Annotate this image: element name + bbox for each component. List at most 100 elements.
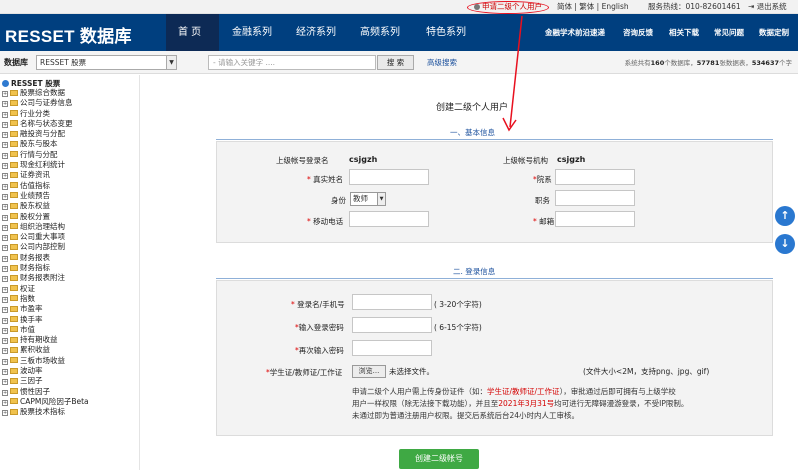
expand-icon[interactable]: + xyxy=(2,399,8,406)
tree-item[interactable]: + 组织治理结构 xyxy=(2,222,89,232)
nav-finance[interactable]: 金融系列 xyxy=(232,14,272,51)
expand-icon[interactable]: + xyxy=(2,338,8,345)
expand-icon[interactable]: + xyxy=(2,317,8,324)
tree-item[interactable]: + 波动率 xyxy=(2,366,89,376)
tree-item[interactable]: + 市值 xyxy=(2,325,89,335)
tree-item[interactable]: + 估值指标 xyxy=(2,181,89,191)
advanced-search-link[interactable]: 高级搜索 xyxy=(427,57,457,68)
search-button[interactable]: 搜 索 xyxy=(377,55,414,70)
tree-item[interactable]: + 指数 xyxy=(2,294,89,304)
nav-feedback[interactable]: 咨询反馈 xyxy=(623,14,653,51)
expand-icon[interactable]: + xyxy=(2,183,8,190)
expand-icon[interactable]: + xyxy=(2,204,8,211)
expand-icon[interactable]: + xyxy=(2,286,8,293)
apply-secondary-user-link[interactable]: 申请二级个人用户 xyxy=(474,0,542,14)
expand-icon[interactable]: + xyxy=(2,358,8,365)
department-input[interactable] xyxy=(555,169,635,185)
nav-faq[interactable]: 常见问题 xyxy=(714,14,744,51)
expand-icon[interactable]: + xyxy=(2,132,8,139)
identity-select[interactable]: 教师 ▼ xyxy=(350,192,386,206)
tree-item[interactable]: + 财务报表 xyxy=(2,253,89,263)
nav-economy[interactable]: 经济系列 xyxy=(296,14,336,51)
section-divider xyxy=(216,278,773,279)
tree-item[interactable]: + 公司重大事项 xyxy=(2,232,89,242)
expand-icon[interactable]: + xyxy=(2,142,8,149)
tree-item[interactable]: + 公司与证券信息 xyxy=(2,98,89,108)
expand-icon[interactable]: + xyxy=(2,389,8,396)
tree-item-label: CAPM风险因子Beta xyxy=(20,396,89,406)
tree-item[interactable]: + 三因子 xyxy=(2,376,89,386)
expand-icon[interactable]: + xyxy=(2,327,8,334)
real-name-input[interactable] xyxy=(349,169,429,185)
phone-input[interactable] xyxy=(349,211,429,227)
expand-icon[interactable]: + xyxy=(2,266,8,273)
password-label: *输入登录密码 xyxy=(295,323,344,332)
logout-link[interactable]: ⇥ 退出系统 xyxy=(748,0,787,14)
expand-icon[interactable]: + xyxy=(2,255,8,262)
tree-item[interactable]: + 股东与股本 xyxy=(2,139,89,149)
tree-item[interactable]: + 股东权益 xyxy=(2,201,89,211)
create-account-button[interactable]: 创建二级帐号 xyxy=(399,449,479,469)
tree-item[interactable]: + 三板市场收益 xyxy=(2,356,89,366)
expand-icon[interactable]: + xyxy=(2,296,8,303)
tree-item-label: 三因子 xyxy=(20,376,43,386)
expand-icon[interactable]: + xyxy=(2,152,8,159)
email-input[interactable] xyxy=(555,211,635,227)
expand-icon[interactable]: + xyxy=(2,379,8,386)
tree-item[interactable]: + 行业分类 xyxy=(2,109,89,119)
expand-icon[interactable]: + xyxy=(2,214,8,221)
tree-item[interactable]: + 融投资与分配 xyxy=(2,129,89,139)
expand-icon[interactable]: + xyxy=(2,245,8,252)
nav-academic-frontier[interactable]: 金融学术前沿速递 xyxy=(545,14,605,51)
scroll-top-button[interactable]: ↑ xyxy=(775,206,795,226)
tree-item[interactable]: + 财务报表附注 xyxy=(2,273,89,283)
tree-item[interactable]: + 惯性因子 xyxy=(2,387,89,397)
expand-icon[interactable]: + xyxy=(2,121,8,128)
tree-item[interactable]: + 名称与状态变更 xyxy=(2,119,89,129)
expand-icon[interactable]: + xyxy=(2,235,8,242)
tree-item[interactable]: + CAPM风险因子Beta xyxy=(2,397,89,407)
tree-item[interactable]: + 股票技术指标 xyxy=(2,407,89,417)
tree-item[interactable]: + 财务指标 xyxy=(2,263,89,273)
expand-icon[interactable]: + xyxy=(2,91,8,97)
password-input[interactable] xyxy=(352,317,432,333)
nav-downloads[interactable]: 相关下载 xyxy=(669,14,699,51)
tree-item[interactable]: + 累积收益 xyxy=(2,345,89,355)
expand-icon[interactable]: + xyxy=(2,173,8,180)
nav-high-frequency[interactable]: 高频系列 xyxy=(360,14,400,51)
nav-custom-data[interactable]: 数据定制 xyxy=(759,14,789,51)
confirm-password-input[interactable] xyxy=(352,340,432,356)
expand-icon[interactable]: + xyxy=(2,101,8,108)
expand-icon[interactable]: + xyxy=(2,348,8,355)
tree-item[interactable]: + 持有期收益 xyxy=(2,335,89,345)
tree-item[interactable]: + 权证 xyxy=(2,284,89,294)
nav-home[interactable]: 首 页 xyxy=(178,14,201,51)
expand-icon[interactable]: + xyxy=(2,163,8,170)
expand-icon[interactable]: + xyxy=(2,410,8,417)
browse-file-button[interactable]: 浏览... xyxy=(352,365,386,378)
tree-item[interactable]: + 股票综合数据 xyxy=(2,88,89,98)
site-logo[interactable]: RESSET 数据库 xyxy=(5,22,132,47)
database-select[interactable]: RESSET 股票 ▼ xyxy=(36,55,177,70)
nav-featured[interactable]: 特色系列 xyxy=(426,14,466,51)
login-name-input[interactable] xyxy=(352,294,432,310)
tree-item[interactable]: + 公司内部控制 xyxy=(2,242,89,252)
page-title: 创建二级个人用户 xyxy=(436,103,509,113)
tree-item[interactable]: + 业绩预告 xyxy=(2,191,89,201)
language-switch[interactable]: 简体 | 繁体 | English xyxy=(557,0,629,14)
tree-item[interactable]: + 现金红利统计 xyxy=(2,160,89,170)
expand-icon[interactable]: + xyxy=(2,111,8,118)
expand-icon[interactable]: + xyxy=(2,307,8,314)
tree-item[interactable]: + 股权分置 xyxy=(2,212,89,222)
position-input[interactable] xyxy=(555,190,635,206)
expand-icon[interactable]: + xyxy=(2,193,8,200)
tree-item[interactable]: + 市盈率 xyxy=(2,304,89,314)
expand-icon[interactable]: + xyxy=(2,369,8,376)
tree-item[interactable]: + 证券资讯 xyxy=(2,170,89,180)
tree-item[interactable]: + 换手率 xyxy=(2,315,89,325)
expand-icon[interactable]: + xyxy=(2,276,8,283)
expand-icon[interactable]: + xyxy=(2,224,8,231)
search-input[interactable]: - 请输入关键字 .... xyxy=(208,55,376,70)
tree-item[interactable]: + 行情与分配 xyxy=(2,150,89,160)
scroll-bottom-button[interactable]: ↓ xyxy=(775,234,795,254)
